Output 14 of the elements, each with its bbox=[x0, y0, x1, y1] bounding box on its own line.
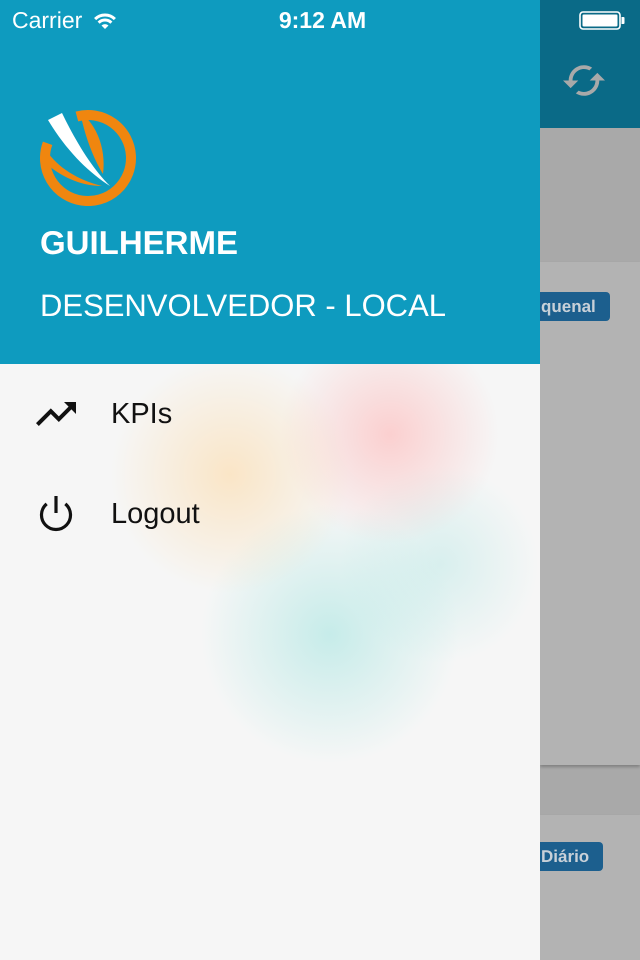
trending-up-icon bbox=[36, 402, 76, 426]
period-badge: quenal bbox=[540, 292, 610, 321]
user-role: DESENVOLVEDOR - LOCAL bbox=[40, 288, 446, 324]
status-time: 9:12 AM bbox=[278, 6, 366, 34]
user-name: GUILHERME bbox=[40, 224, 238, 262]
logo-icon bbox=[40, 110, 136, 206]
menu-item[interactable]: Logout bbox=[0, 464, 540, 564]
period-badge: Diário bbox=[540, 842, 604, 871]
refresh-icon[interactable] bbox=[563, 63, 605, 98]
battery-icon bbox=[579, 10, 625, 30]
wifi-icon bbox=[93, 11, 118, 29]
power-icon bbox=[38, 496, 74, 532]
carrier-name: Carrier bbox=[12, 6, 82, 34]
menu-item[interactable]: KPIs bbox=[0, 364, 540, 464]
